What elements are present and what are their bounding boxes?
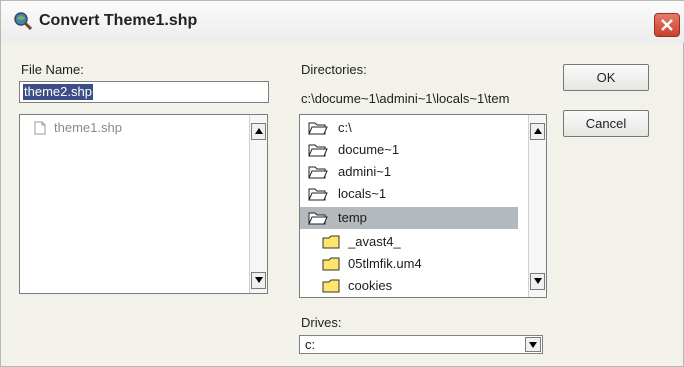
document-icon — [34, 121, 46, 135]
file-name-label: File Name: — [21, 62, 84, 77]
directory-list[interactable]: c:\ docume~1 admini~1 locals~1 temp _ava… — [299, 114, 547, 298]
cancel-button[interactable]: Cancel — [563, 110, 649, 137]
directory-item[interactable]: locals~1 — [300, 183, 528, 205]
file-name-input[interactable]: theme2.shp — [19, 81, 269, 103]
directory-item-label: _avast4_ — [348, 234, 401, 249]
directory-item[interactable]: 05tlmfik.um4 — [300, 253, 528, 275]
directory-item-label: docume~1 — [338, 142, 400, 157]
title-bar: Convert Theme1.shp — [1, 1, 684, 43]
open-folder-icon — [308, 144, 328, 157]
directory-item-label: 05tlmfik.um4 — [348, 256, 422, 271]
chevron-down-icon — [529, 342, 537, 348]
scroll-up-button[interactable] — [251, 123, 266, 140]
directory-item[interactable]: _avast4_ — [300, 231, 528, 253]
folder-icon — [322, 279, 340, 293]
directory-list-scrollbar[interactable] — [528, 115, 546, 297]
close-button[interactable] — [654, 13, 680, 37]
close-icon — [661, 19, 673, 31]
folder-icon — [322, 257, 340, 271]
scroll-up-button[interactable] — [530, 123, 545, 140]
scroll-down-button[interactable] — [530, 273, 545, 290]
scroll-down-button[interactable] — [251, 272, 266, 289]
arrow-down-icon — [255, 277, 263, 283]
list-item[interactable]: theme1.shp — [20, 117, 248, 139]
directory-item-label: admini~1 — [338, 164, 392, 179]
directory-item-label: cookies — [348, 278, 393, 293]
directory-item[interactable]: cookies — [300, 275, 528, 297]
directory-item-label: c:\ — [338, 120, 352, 135]
window-title: Convert Theme1.shp — [39, 12, 198, 29]
directory-item-label: temp — [338, 210, 367, 225]
file-list[interactable]: theme1.shp — [19, 114, 268, 294]
drives-label: Drives: — [301, 315, 342, 330]
arrow-up-icon — [255, 128, 263, 134]
directories-label: Directories: — [301, 62, 367, 77]
directory-item-label: locals~1 — [338, 186, 387, 201]
drives-select[interactable]: c: — [299, 335, 543, 354]
directory-item-selected[interactable]: temp — [300, 207, 518, 229]
open-folder-icon — [308, 166, 328, 179]
arrow-down-icon — [534, 278, 542, 284]
folder-icon — [322, 235, 340, 249]
arrow-up-icon — [534, 128, 542, 134]
file-list-scrollbar[interactable] — [249, 115, 267, 293]
directory-item[interactable]: admini~1 — [300, 161, 528, 183]
open-folder-icon — [308, 188, 328, 201]
ok-button[interactable]: OK — [563, 64, 649, 91]
open-folder-icon — [308, 122, 328, 135]
convert-dialog: Convert Theme1.shp File Name: theme2.shp… — [0, 0, 684, 367]
current-path: c:\docume~1\admini~1\locals~1\tem — [301, 91, 510, 106]
directory-item[interactable]: c:\ — [300, 117, 528, 139]
open-folder-icon — [308, 212, 328, 225]
directory-item[interactable]: docume~1 — [300, 139, 528, 161]
file-name-value: theme2.shp — [23, 84, 93, 100]
file-item-label: theme1.shp — [54, 120, 122, 135]
drives-value: c: — [305, 337, 316, 352]
globe-magnifier-icon — [14, 12, 33, 31]
drives-dropdown-button[interactable] — [525, 337, 541, 352]
